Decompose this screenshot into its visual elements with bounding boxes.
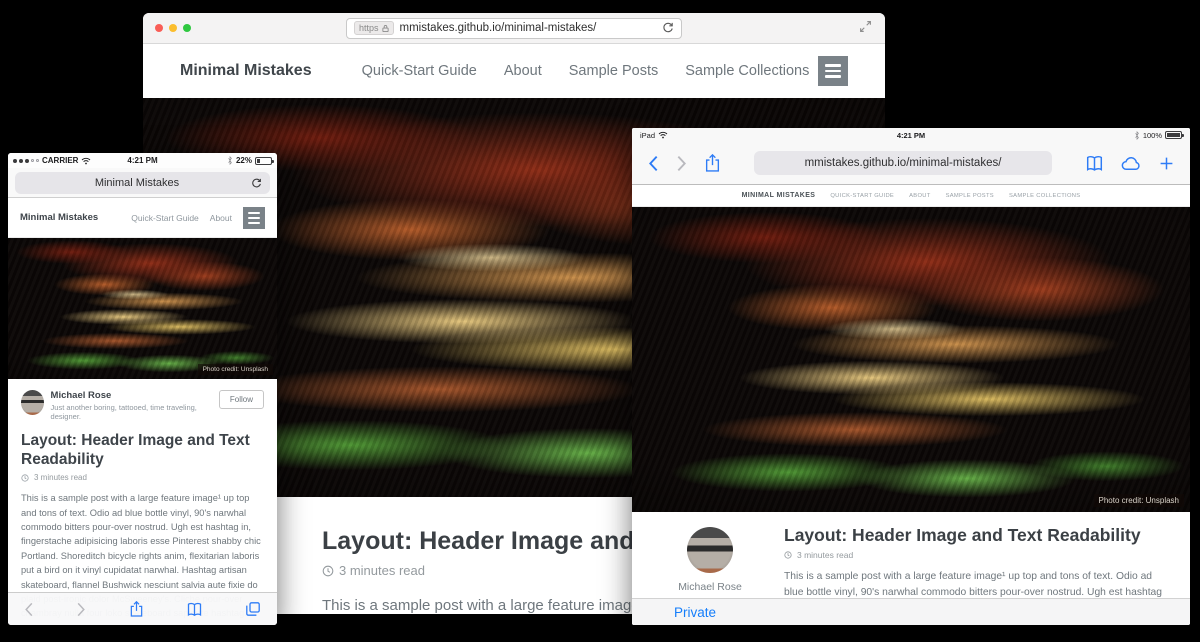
minimize-window-button[interactable] <box>169 24 177 32</box>
iphone-site-nav: Minimal Mistakes Quick-Start Guide About <box>8 198 277 238</box>
iphone-safari-window: CARRIER 4:21 PM 22% Minimal Mistakes Min… <box>8 153 277 625</box>
follow-button[interactable]: Follow <box>219 390 264 409</box>
menu-toggle-icon[interactable] <box>818 56 848 86</box>
post-meta: 3 minutes read <box>784 550 1164 560</box>
post-body: This is a sample post with a large featu… <box>784 569 1164 598</box>
forward-icon[interactable] <box>676 155 687 172</box>
nav-link-about[interactable]: About <box>210 213 232 223</box>
nav-link-sample-posts[interactable]: Sample Posts <box>946 193 994 199</box>
clock-icon <box>322 565 334 577</box>
battery-icon <box>1165 131 1182 139</box>
wifi-icon <box>81 157 91 165</box>
icloud-tabs-icon[interactable] <box>1121 156 1142 171</box>
post-title: Layout: Header Image and Text Readabilit… <box>784 525 1164 546</box>
ipad-address-bar[interactable]: mmistakes.github.io/minimal-mistakes/ <box>754 151 1052 175</box>
desktop-titlebar: https mmistakes.github.io/minimal-mistak… <box>143 13 885 44</box>
iphone-post-content: Michael Rose Just another boring, tattoo… <box>8 379 277 625</box>
site-brand[interactable]: Minimal Mistakes <box>20 212 98 223</box>
bluetooth-icon <box>227 156 233 165</box>
battery-percent: 100% <box>1143 131 1162 140</box>
author-sidebar: Michael Rose Just another boring, tattoo… <box>658 525 762 598</box>
nav-links: Quick-Start Guide About Sample Posts Sam… <box>362 63 810 79</box>
page-title: Minimal Mistakes <box>23 177 251 189</box>
wifi-icon <box>658 131 668 139</box>
post-title: Layout: Header Image and Text Readabilit… <box>21 432 264 469</box>
address-bar[interactable]: https mmistakes.github.io/minimal-mistak… <box>346 18 682 39</box>
author-name: Michael Rose <box>658 581 762 593</box>
author-name: Michael Rose <box>51 390 212 401</box>
nav-link-quick-start[interactable]: Quick-Start Guide <box>362 63 477 79</box>
tabs-icon[interactable] <box>245 601 261 617</box>
site-brand[interactable]: Minimal Mistakes <box>742 192 816 199</box>
device-label: iPad <box>640 131 655 140</box>
site-brand[interactable]: Minimal Mistakes <box>180 62 312 80</box>
https-badge: https <box>354 21 394 35</box>
nav-link-about[interactable]: About <box>909 193 930 199</box>
author-avatar <box>687 527 733 573</box>
iphone-address-bar[interactable]: Minimal Mistakes <box>15 172 270 194</box>
reload-icon[interactable] <box>662 22 674 34</box>
nav-link-sample-collections[interactable]: Sample Collections <box>685 63 809 79</box>
ipad-url-text: mmistakes.github.io/minimal-mistakes/ <box>805 157 1002 169</box>
nav-link-quick-start[interactable]: Quick-Start Guide <box>131 213 199 223</box>
back-icon[interactable] <box>24 602 34 617</box>
status-time: 4:21 PM <box>632 131 1190 140</box>
signal-dots-icon <box>13 159 39 163</box>
desktop-site-nav: Minimal Mistakes Quick-Start Guide About… <box>143 44 885 98</box>
author-avatar <box>21 390 44 415</box>
ipad-browser-toolbar: mmistakes.github.io/minimal-mistakes/ <box>632 142 1190 185</box>
bookmarks-icon[interactable] <box>1085 155 1104 172</box>
carrier-label: CARRIER <box>42 156 78 165</box>
iphone-bottom-toolbar <box>8 592 277 625</box>
window-controls[interactable] <box>155 13 191 43</box>
nav-link-sample-collections[interactable]: Sample Collections <box>1009 193 1080 199</box>
back-icon[interactable] <box>648 155 659 172</box>
composite-canvas: https mmistakes.github.io/minimal-mistak… <box>0 0 1200 642</box>
iphone-url-bar: Minimal Mistakes <box>8 168 277 198</box>
clock-icon <box>21 474 29 482</box>
ipad-safari-window: iPad 4:21 PM 100% mmistakes.github.io/mi… <box>632 128 1190 625</box>
fullscreen-icon[interactable] <box>859 20 872 33</box>
lock-icon <box>382 24 389 33</box>
url-text: mmistakes.github.io/minimal-mistakes/ <box>400 22 656 34</box>
private-label[interactable]: Private <box>674 605 716 620</box>
forward-icon[interactable] <box>76 602 86 617</box>
read-time: 3 minutes read <box>34 473 87 482</box>
post-meta: 3 minutes read <box>21 473 264 482</box>
ipad-post-content: Michael Rose Just another boring, tattoo… <box>632 512 1190 598</box>
bluetooth-icon <box>1134 131 1140 140</box>
read-time: 3 minutes read <box>339 563 425 578</box>
new-tab-icon[interactable] <box>1159 156 1174 171</box>
share-icon[interactable] <box>704 153 721 173</box>
menu-toggle-icon[interactable] <box>243 207 265 229</box>
https-label: https <box>359 23 379 33</box>
header-feature-image: Photo credit: Unsplash <box>8 238 277 379</box>
zoom-window-button[interactable] <box>183 24 191 32</box>
header-feature-image: Photo credit: Unsplash <box>632 207 1190 512</box>
share-icon[interactable] <box>129 600 144 618</box>
clock-icon <box>784 551 792 559</box>
battery-icon <box>255 157 272 165</box>
iphone-status-bar: CARRIER 4:21 PM 22% <box>8 153 277 168</box>
reload-icon[interactable] <box>251 178 262 189</box>
author-bio: Just another boring, tattooed, time trav… <box>51 403 212 421</box>
private-browsing-bar[interactable]: Private <box>632 598 1190 625</box>
ipad-site-nav: Minimal Mistakes Quick-Start Guide About… <box>632 185 1190 207</box>
bookmarks-icon[interactable] <box>186 602 203 617</box>
nav-link-quick-start[interactable]: Quick-Start Guide <box>830 193 894 199</box>
battery-percent: 22% <box>236 156 252 165</box>
close-window-button[interactable] <box>155 24 163 32</box>
read-time: 3 minutes read <box>797 550 853 560</box>
nav-link-sample-posts[interactable]: Sample Posts <box>569 63 658 79</box>
photo-credit: Photo credit: Unsplash <box>1094 494 1185 507</box>
photo-credit: Photo credit: Unsplash <box>198 364 273 375</box>
nav-link-about[interactable]: About <box>504 63 542 79</box>
ipad-status-bar: iPad 4:21 PM 100% <box>632 128 1190 142</box>
author-row: Michael Rose Just another boring, tattoo… <box>21 390 264 421</box>
